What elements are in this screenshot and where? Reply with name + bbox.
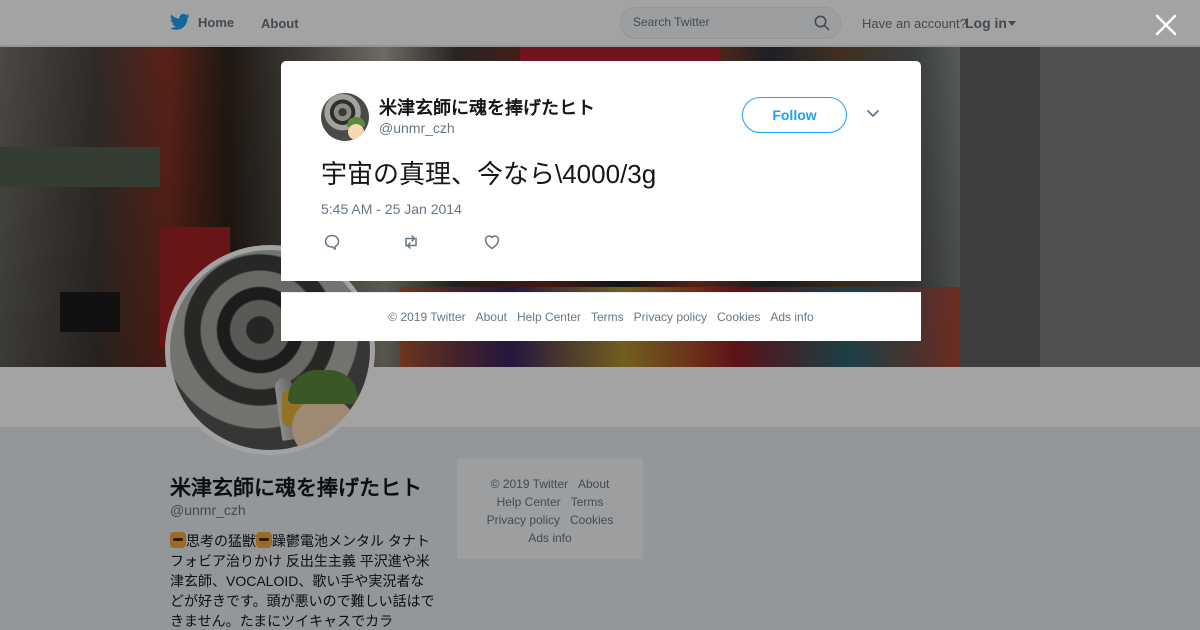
close-icon[interactable] <box>1153 12 1179 38</box>
footer-link-ads-info[interactable]: Ads info <box>770 310 813 324</box>
chevron-down-icon[interactable] <box>866 109 880 119</box>
tweet-text: 宇宙の真理、今なら\4000/3g <box>321 159 657 189</box>
footer-link-copyright[interactable]: © 2019 Twitter <box>388 310 465 324</box>
heart-icon[interactable] <box>483 233 501 251</box>
follow-button[interactable]: Follow <box>742 97 847 133</box>
modal-footer: © 2019 Twitter About Help Center Terms P… <box>281 292 921 341</box>
footer-link-cookies[interactable]: Cookies <box>717 310 760 324</box>
tweet-author-name[interactable]: 米津玄師に魂を捧げたヒト <box>379 94 595 120</box>
footer-link-terms[interactable]: Terms <box>591 310 624 324</box>
tweet-author-handle[interactable]: @unmr_czh <box>379 120 455 136</box>
reply-icon[interactable] <box>323 233 341 251</box>
tweet-timestamp[interactable]: 5:45 AM - 25 Jan 2014 <box>321 201 462 217</box>
footer-link-about[interactable]: About <box>476 310 507 324</box>
footer-link-privacy[interactable]: Privacy policy <box>634 310 707 324</box>
retweet-icon[interactable] <box>402 233 420 251</box>
tweet-modal: 米津玄師に魂を捧げたヒト @unmr_czh Follow 宇宙の真理、今なら\… <box>281 61 921 281</box>
footer-link-help-center[interactable]: Help Center <box>517 310 581 324</box>
tweet-author-avatar[interactable] <box>321 93 369 141</box>
